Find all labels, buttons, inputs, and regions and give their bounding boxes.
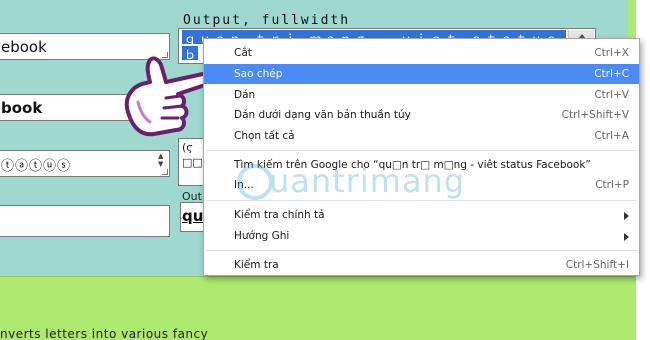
menu-separator (206, 150, 637, 151)
resize-handle-icon[interactable] (162, 169, 168, 175)
menu-separator (206, 200, 637, 201)
submenu-arrow-icon (624, 233, 629, 241)
menu-item-label: Dán (234, 89, 256, 101)
menu-item-label: Chọn tất cả (234, 130, 295, 142)
menu-item-label: Tìm kiếm trên Google cho “qu□n tr□ m□ng … (234, 159, 591, 171)
menu-item-spellcheck[interactable]: Kiểm tra chính tả (204, 205, 639, 225)
menu-item-shortcut: Ctrl+Shift+V (561, 109, 629, 121)
menu-separator (206, 250, 637, 251)
output-fullwidth-label: Output, fullwidth (183, 13, 351, 28)
menu-item-google-search[interactable]: Tìm kiếm trên Google cho “qu□n tr□ m□ng … (204, 155, 639, 175)
menu-item-label: Dán dưới dạng văn bản thuần túy (234, 109, 411, 121)
submenu-arrow-icon (624, 212, 629, 220)
menu-item-label: In... (234, 179, 254, 191)
menu-item-label: Cắt (234, 47, 252, 59)
menu-item-inspect[interactable]: Kiểm tra Ctrl+Shift+I (204, 255, 639, 275)
menu-item-shortcut: Ctrl+P (595, 179, 629, 191)
description-text: nverts letters into various fancy (0, 327, 209, 340)
output-b-text: □□ (182, 156, 203, 169)
menu-item-label: Kiểm tra chính tả (234, 209, 325, 221)
menu-item-select-all[interactable]: Chọn tất cả Ctrl+A (204, 126, 639, 146)
menu-item-shortcut: Ctrl+C (594, 68, 629, 80)
menu-item-shortcut: Ctrl+Shift+I (565, 259, 629, 271)
menu-item-paste-plain[interactable]: Dán dưới dạng văn bản thuần túy Ctrl+Shi… (204, 105, 639, 125)
menu-item-shortcut: Ctrl+A (594, 130, 629, 142)
scroll-arrows-icon[interactable]: ▲ ▼ (158, 152, 163, 168)
output-field-b[interactable]: (ϛ □□ (178, 138, 204, 186)
text-input-4[interactable] (0, 205, 170, 237)
context-menu: Cắt Ctrl+X Sao chép Ctrl+C Dán Ctrl+V Dá… (203, 38, 640, 276)
menu-item-label: Kiểm tra (234, 259, 279, 271)
menu-item-writing-direction[interactable]: Hướng Ghi (204, 226, 639, 246)
menu-item-shortcut: Ctrl+V (594, 89, 629, 101)
menu-item-cut[interactable]: Cắt Ctrl+X (204, 43, 639, 63)
menu-item-paste[interactable]: Dán Ctrl+V (204, 85, 639, 105)
lower-page-divider (0, 276, 650, 277)
menu-item-label: Sao chép (234, 68, 283, 80)
menu-item-label: Hướng Ghi (234, 230, 290, 242)
menu-item-copy[interactable]: Sao chép Ctrl+C (204, 64, 639, 84)
menu-item-shortcut: Ctrl+X (594, 47, 629, 59)
menu-item-print[interactable]: In... Ctrl+P (204, 175, 639, 195)
text-input-3[interactable]: ⓣⓐⓣⓤⓢ (0, 150, 170, 177)
